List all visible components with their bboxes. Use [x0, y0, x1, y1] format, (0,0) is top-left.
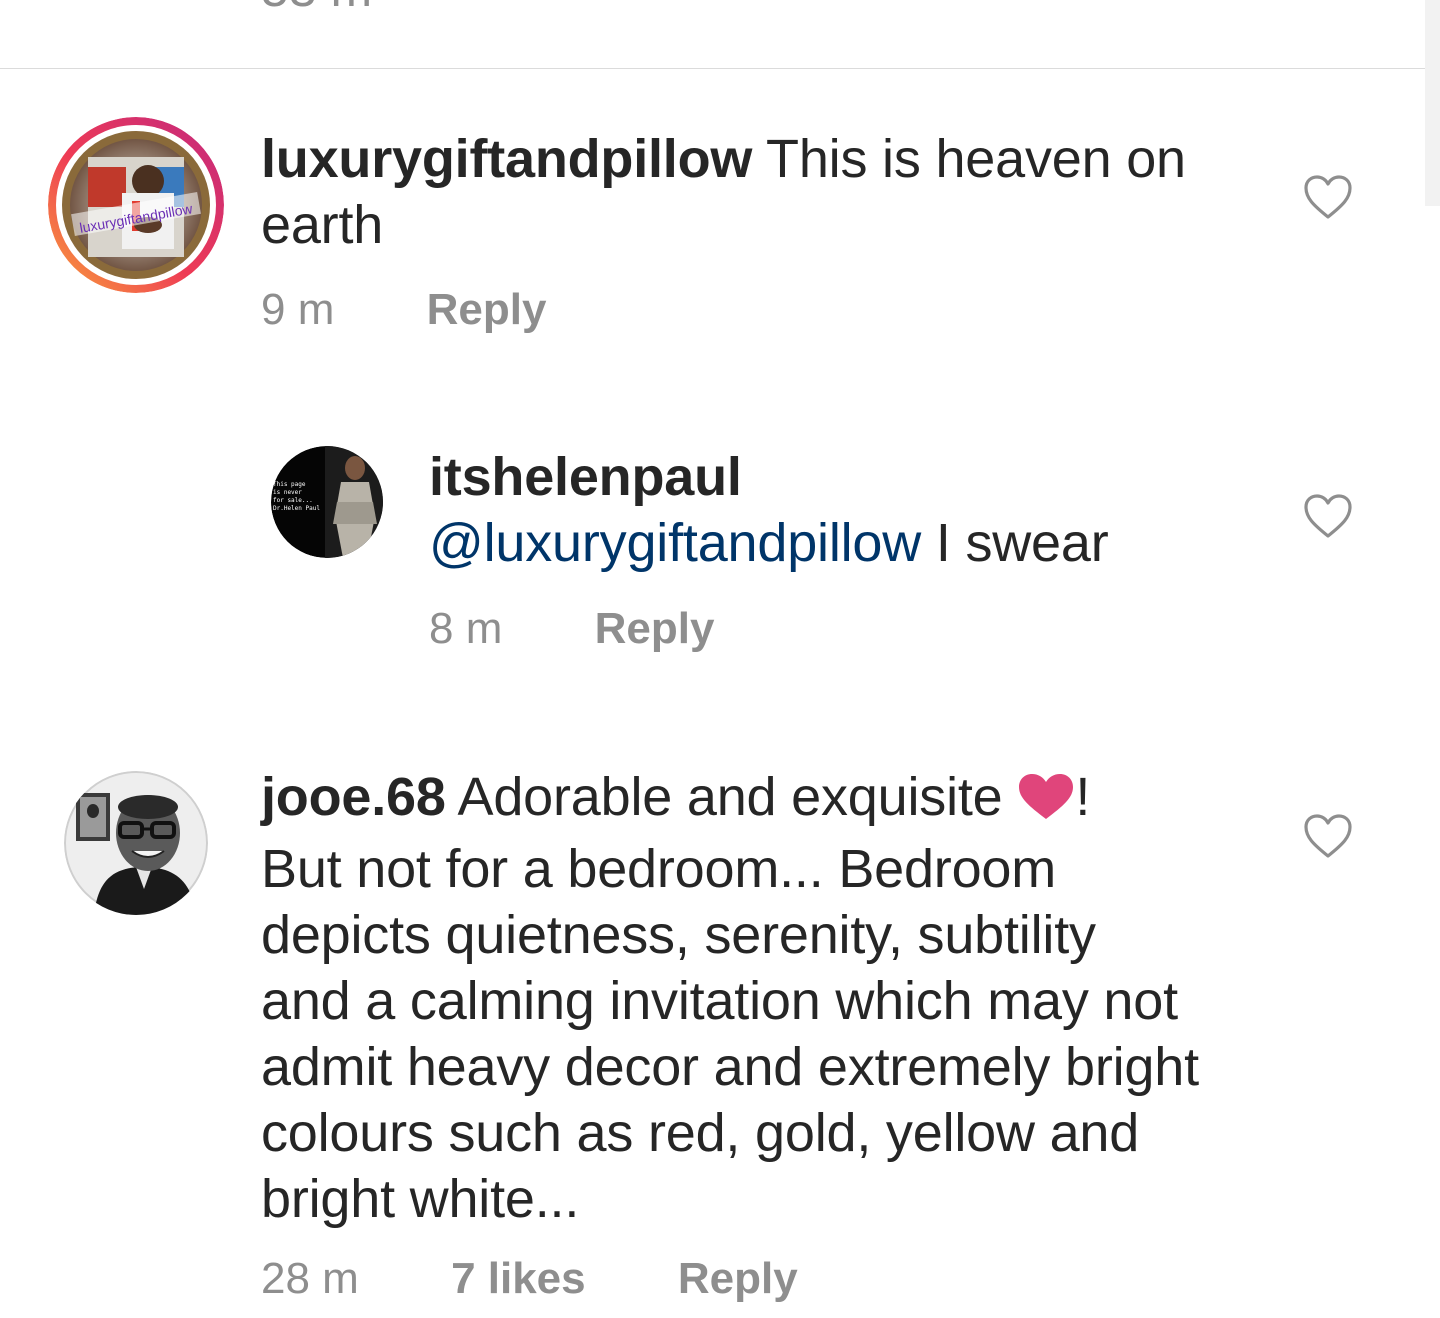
comment-meta: 8 m Reply	[429, 604, 714, 654]
comment-body-line: earth	[261, 195, 384, 255]
red-heart-emoji	[1017, 770, 1075, 836]
comment-text: itshelenpaul @luxurygiftandpillow I swea…	[429, 444, 1289, 576]
like-button[interactable]	[1303, 813, 1353, 859]
username[interactable]: itshelenpaul	[429, 447, 742, 507]
comment-meta: 9 m Reply	[261, 285, 546, 335]
divider	[0, 68, 1425, 69]
username[interactable]: luxurygiftandpillow	[261, 129, 752, 189]
heart-outline-icon	[1304, 814, 1352, 858]
heart-outline-icon	[1304, 494, 1352, 538]
comment-body-line: colours such as red, gold, yellow and	[261, 1103, 1140, 1163]
comment-text: luxurygiftandpillow This is heaven on ea…	[261, 126, 1261, 258]
scrollbar[interactable]	[1425, 0, 1440, 206]
avatar-text-line: This page	[273, 481, 306, 488]
comment-body: Adorable and exquisite	[457, 767, 1003, 827]
avatar[interactable]: luxurygiftandpillow	[48, 117, 224, 293]
comment-time[interactable]: 8 m	[429, 604, 502, 654]
comment-body: I swear	[935, 513, 1109, 573]
comment-body-line: depicts quietness, serenity, subtility	[261, 905, 1096, 965]
heart-outline-icon	[1304, 175, 1352, 219]
reply-button[interactable]: Reply	[678, 1254, 798, 1304]
avatar[interactable]: This page is never for sale... Dr.Helen …	[271, 446, 383, 558]
like-button[interactable]	[1303, 174, 1353, 220]
likes-count[interactable]: 7 likes	[451, 1254, 586, 1304]
previous-comment-time: 53 m	[261, 0, 372, 14]
comment-text: jooe.68 Adorable and exquisite ! But not…	[261, 764, 1291, 1232]
mention-link[interactable]: @luxurygiftandpillow	[429, 513, 921, 573]
comment-meta: 28 m 7 likes Reply	[261, 1254, 798, 1304]
avatar-text-line: Dr.Helen Paul	[273, 505, 320, 512]
comment-body: This is heaven on	[766, 129, 1186, 189]
reply-button[interactable]: Reply	[427, 285, 547, 335]
avatar[interactable]	[64, 771, 208, 915]
reply-button[interactable]: Reply	[595, 604, 715, 654]
like-button[interactable]	[1303, 493, 1353, 539]
comment-time[interactable]: 28 m	[261, 1254, 359, 1304]
comment-time[interactable]: 9 m	[261, 285, 334, 335]
comment-body-line: bright white...	[261, 1169, 580, 1229]
comment-body-line: and a calming invitation which may not	[261, 971, 1178, 1031]
comment-body-line: But not for a bedroom... Bedroom	[261, 839, 1057, 899]
username[interactable]: jooe.68	[261, 767, 446, 827]
avatar-text-line: for sale...	[273, 497, 313, 504]
comment-body-punctuation: !	[1075, 767, 1091, 827]
comment-body-line: admit heavy decor and extremely bright	[261, 1037, 1199, 1097]
avatar-text-line: is never	[273, 489, 302, 496]
